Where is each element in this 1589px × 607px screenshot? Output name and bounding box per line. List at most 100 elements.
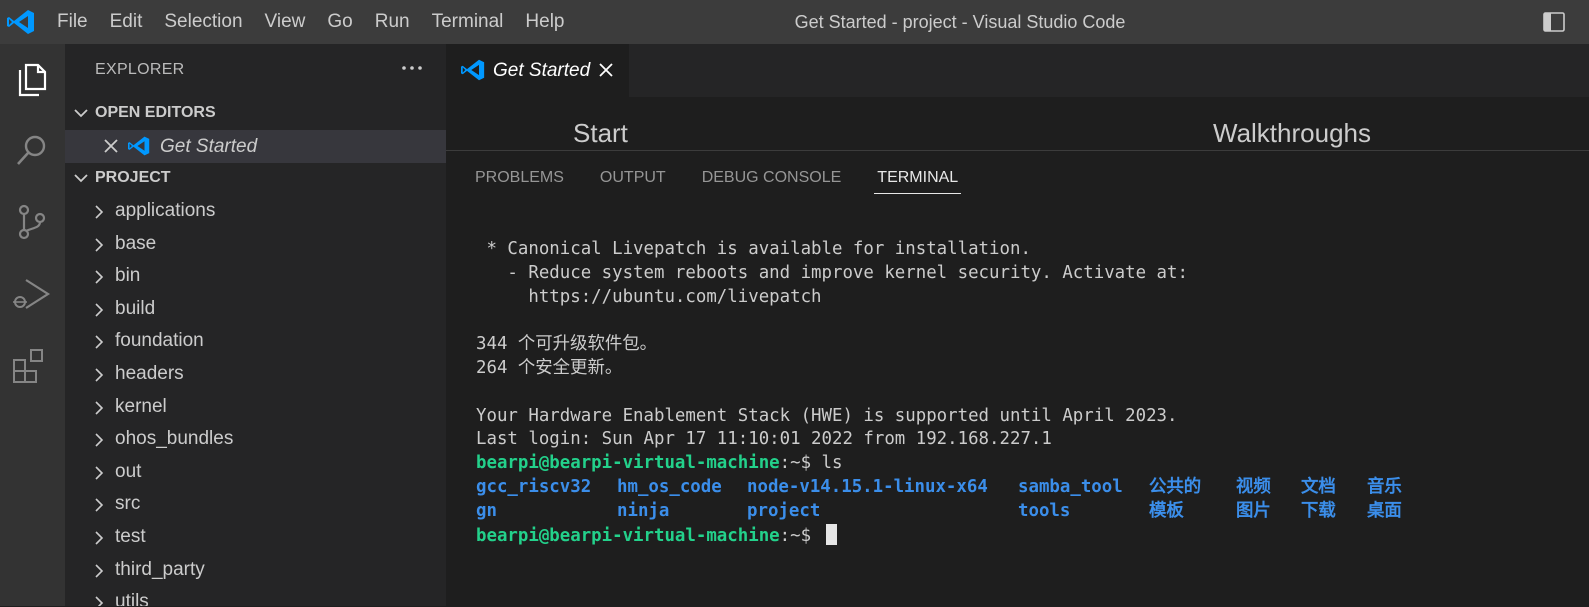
folder-name: applications	[115, 200, 216, 221]
tab-debug-console[interactable]: DEBUG CONSOLE	[702, 151, 842, 193]
ls-entry: ninja	[617, 500, 670, 521]
file-tree: applications base bin build foundation h…	[65, 195, 446, 606]
prompt-user: bearpi@bearpi-virtual-machine	[476, 453, 780, 474]
close-icon[interactable]	[103, 138, 119, 154]
folder-name: ohos_bundles	[115, 428, 234, 450]
ls-output-row: gcc_riscv32 hm_os_code node-v14.15.1-lin…	[476, 476, 1576, 500]
tab-get-started[interactable]: Get Started	[446, 44, 629, 97]
ls-entry: 桌面	[1367, 500, 1402, 521]
tree-folder[interactable]: utils	[65, 586, 446, 606]
run-debug-icon[interactable]	[10, 272, 54, 316]
folder-name: src	[115, 493, 141, 515]
toggle-sidebar-layout-icon[interactable]	[1542, 10, 1566, 34]
folder-name: bin	[115, 265, 141, 287]
ls-entry: node-v14.15.1-linux-x64	[747, 476, 988, 497]
search-icon[interactable]	[10, 128, 54, 172]
prompt-command: ls	[821, 453, 843, 474]
chevron-right-icon	[95, 498, 104, 512]
tab-output[interactable]: OUTPUT	[600, 151, 666, 193]
title-bar: File Edit Selection View Go Run Terminal…	[0, 0, 1589, 44]
prompt-symbol: $	[800, 525, 822, 546]
ls-entry: 图片	[1236, 500, 1271, 521]
menu-help[interactable]: Help	[514, 0, 575, 44]
tree-folder[interactable]: out	[65, 456, 446, 489]
chevron-right-icon	[95, 596, 104, 606]
source-control-icon[interactable]	[10, 200, 54, 244]
tree-folder[interactable]: test	[65, 521, 446, 554]
chevron-right-icon	[95, 563, 104, 578]
ls-entry: tools	[1018, 500, 1071, 521]
folder-name: third_party	[115, 558, 205, 580]
chevron-right-icon	[95, 531, 104, 545]
project-label: PROJECT	[95, 169, 171, 186]
tree-folder[interactable]: headers	[65, 358, 446, 391]
terminal-prompt-line: bearpi@bearpi-virtual-machine:~$	[476, 523, 1576, 548]
chevron-right-icon	[95, 303, 104, 317]
explorer-sidebar: EXPLORER OPEN EDITORS Get Started PROJEC…	[65, 44, 446, 606]
menu-view[interactable]: View	[254, 0, 317, 44]
chevron-right-icon	[95, 270, 104, 284]
prompt-path: :~	[779, 525, 801, 546]
ls-entry: 模板	[1149, 500, 1184, 521]
ls-entry: project	[747, 500, 821, 521]
menu-run[interactable]: Run	[364, 0, 421, 44]
terminal-prompt-line: bearpi@bearpi-virtual-machine:~$ ls	[476, 452, 1576, 476]
tree-folder[interactable]: applications	[65, 195, 446, 228]
get-started-start-heading: Start	[573, 118, 628, 148]
ls-entry: 公共的	[1149, 476, 1202, 497]
open-editors-header[interactable]: OPEN EDITORS	[65, 97, 446, 129]
more-actions-icon[interactable]	[399, 58, 425, 78]
ls-entry: 下载	[1301, 500, 1336, 521]
chevron-right-icon	[95, 238, 104, 252]
project-header[interactable]: PROJECT	[65, 162, 446, 194]
explorer-icon[interactable]	[10, 56, 54, 100]
terminal-cursor	[825, 523, 837, 545]
tree-folder[interactable]: kernel	[65, 391, 446, 424]
bottom-panel: PROBLEMS OUTPUT DEBUG CONSOLE TERMINAL *…	[446, 150, 1589, 607]
ls-entry: 文档	[1301, 476, 1336, 497]
close-tab-icon[interactable]	[598, 62, 614, 78]
chevron-down-icon	[74, 109, 88, 118]
extensions-icon[interactable]	[10, 344, 54, 388]
folder-name: test	[115, 525, 146, 547]
tree-folder[interactable]: src	[65, 488, 446, 521]
folder-name: out	[115, 460, 142, 482]
tab-terminal[interactable]: TERMINAL	[874, 151, 962, 194]
ls-entry: gcc_riscv32	[476, 476, 592, 497]
open-editor-name: Get Started	[160, 136, 258, 157]
folder-name: kernel	[115, 395, 167, 417]
menu-terminal[interactable]: Terminal	[421, 0, 515, 44]
menu-selection[interactable]: Selection	[153, 0, 253, 44]
folder-name: base	[115, 232, 157, 254]
tab-problems[interactable]: PROBLEMS	[475, 151, 564, 193]
tree-folder[interactable]: bin	[65, 260, 446, 293]
ls-entry: hm_os_code	[617, 476, 722, 497]
window-title: Get Started - project - Visual Studio Co…	[794, 12, 1126, 32]
folder-name: headers	[115, 362, 184, 384]
folder-name: build	[115, 297, 156, 319]
menu-file[interactable]: File	[46, 0, 99, 44]
chevron-right-icon	[95, 368, 104, 382]
tree-folder[interactable]: foundation	[65, 325, 446, 358]
terminal-line: * Canonical Livepatch is available for i…	[476, 239, 1031, 259]
menu-edit[interactable]: Edit	[99, 0, 154, 44]
chevron-right-icon	[95, 400, 104, 415]
terminal-line: https://ubuntu.com/livepatch	[476, 286, 822, 307]
prompt-path: :~	[779, 453, 801, 474]
open-editor-item[interactable]: Get Started	[65, 130, 446, 163]
prompt-symbol: $	[800, 453, 822, 474]
chevron-down-icon	[74, 174, 88, 183]
menu-go[interactable]: Go	[316, 0, 363, 44]
tree-folder[interactable]: third_party	[65, 554, 446, 587]
ls-entry: 视频	[1236, 476, 1271, 497]
tree-folder[interactable]: ohos_bundles	[65, 423, 446, 456]
tree-folder[interactable]: build	[65, 293, 446, 326]
prompt-user: bearpi@bearpi-virtual-machine	[476, 525, 780, 546]
terminal-output[interactable]: * Canonical Livepatch is available for i…	[476, 238, 1576, 547]
tree-folder[interactable]: base	[65, 228, 446, 261]
editor-tabs: Get Started	[446, 44, 1589, 97]
chevron-right-icon	[95, 335, 104, 349]
get-started-walkthroughs-heading: Walkthroughs	[1213, 118, 1371, 148]
